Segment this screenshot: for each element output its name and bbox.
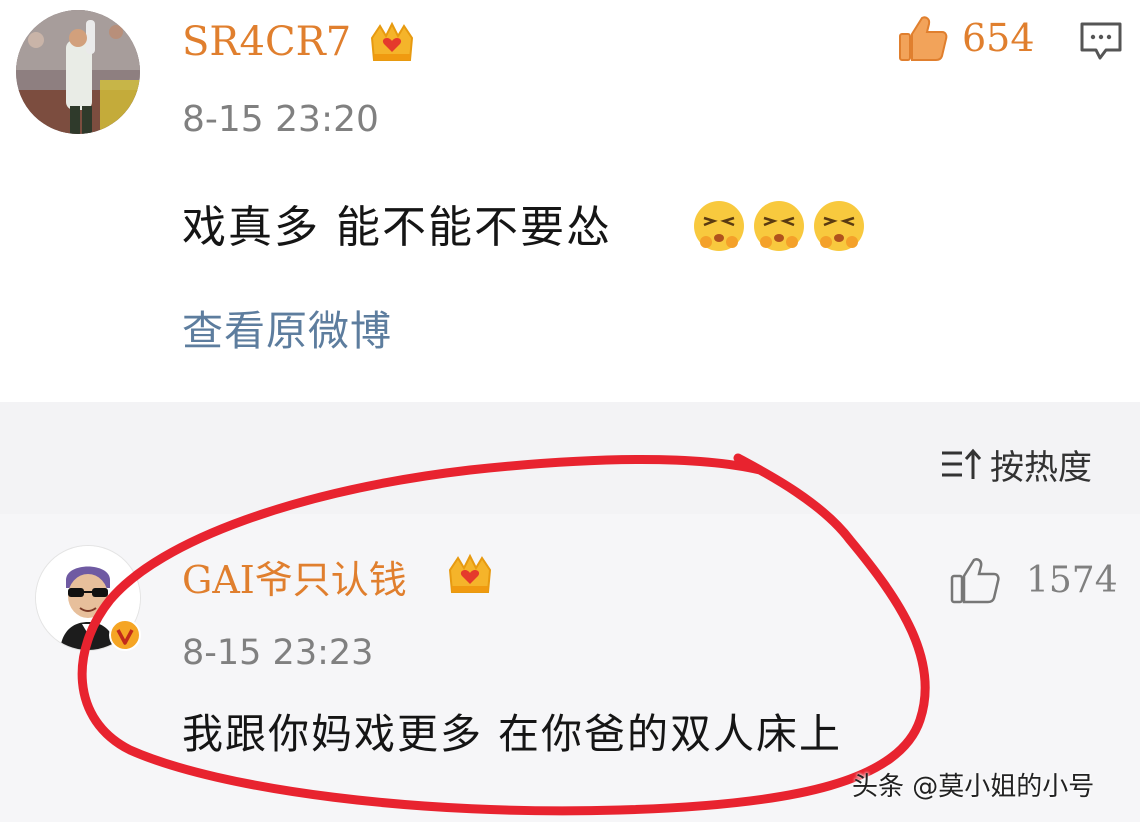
emoji-icon: [694, 201, 744, 251]
like-count: 1574: [1026, 559, 1118, 601]
comment-text: 我跟你妈戏更多 在你爸的双人床上: [182, 710, 843, 758]
sort-by-hot-button[interactable]: 按热度: [940, 440, 1092, 489]
like-button[interactable]: 1574: [950, 556, 1118, 604]
avatar[interactable]: [16, 10, 140, 134]
username[interactable]: SR4CR7: [182, 18, 351, 66]
like-button[interactable]: 654: [898, 14, 1035, 62]
username[interactable]: GAI爷只认钱: [182, 556, 407, 604]
thumbs-up-icon: [950, 558, 1000, 604]
comment-text: 戏真多 能不能不要怂: [182, 202, 612, 253]
reply-comment-icon[interactable]: [1078, 18, 1124, 64]
view-original-link[interactable]: 查看原微博: [182, 306, 392, 356]
emoji-icon: [814, 201, 864, 251]
thumbs-up-icon: [899, 16, 948, 61]
comment-timestamp: 8-15 23:20: [182, 99, 379, 140]
like-count: 654: [962, 16, 1035, 60]
emoji-icon: [754, 201, 804, 251]
verified-badge-icon: [109, 619, 141, 651]
comment-timestamp: 8-15 23:23: [182, 633, 374, 673]
vip-crown-icon: [370, 21, 414, 61]
vip-crown-icon: [448, 553, 492, 593]
sort-label: 按热度: [990, 448, 1092, 488]
avatar-photo: [16, 10, 140, 134]
watermark: 头条 @莫小姐的小号: [852, 772, 1095, 802]
sort-icon: [942, 448, 982, 479]
emoji-row: [690, 196, 868, 254]
